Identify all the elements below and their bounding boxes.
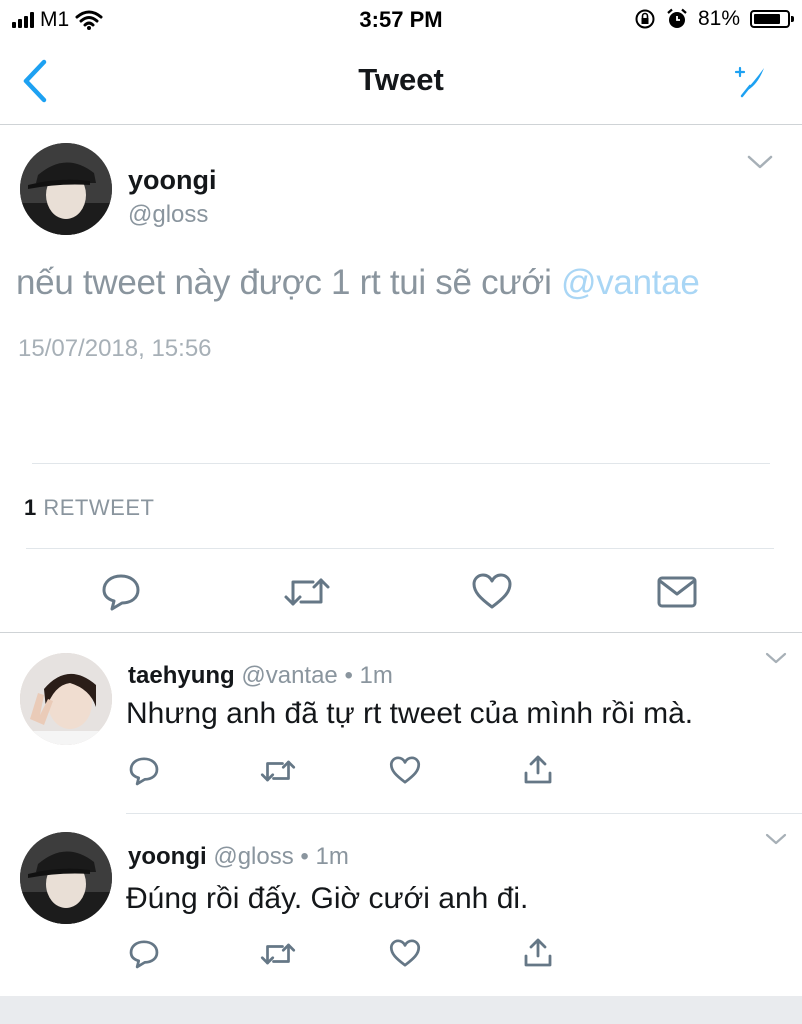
orientation-lock-icon: [635, 9, 655, 29]
retweet-count: 1: [24, 495, 37, 520]
battery-percent: 81%: [697, 7, 740, 30]
reply-button[interactable]: [100, 572, 142, 612]
share-button[interactable]: [522, 753, 554, 785]
mention-link[interactable]: @vantae: [561, 263, 700, 302]
reply-header: yoongi @gloss • 1m: [128, 843, 349, 871]
tweet-body: nếu tweet này được 1 rt tui sẽ cưới: [16, 263, 552, 302]
tweet-menu-button[interactable]: [746, 153, 774, 171]
avatar-photo: [20, 832, 112, 924]
chevron-down-icon: [765, 833, 787, 845]
alarm-icon: [667, 8, 687, 28]
retweet-button[interactable]: [260, 757, 296, 785]
author-handle[interactable]: @gloss: [128, 201, 208, 229]
reply-actions: [0, 938, 802, 978]
reply-header: taehyung @vantae • 1m: [128, 662, 393, 690]
share-icon: [524, 755, 552, 784]
status-right: 81%: [634, 7, 794, 31]
share-icon: [524, 938, 552, 967]
envelope-icon: [657, 576, 697, 608]
chevron-down-icon: [765, 652, 787, 664]
reply-actions: [0, 755, 802, 795]
reply-menu-button[interactable]: [764, 832, 788, 846]
retweet-button[interactable]: [283, 574, 331, 610]
retweet-icon: [284, 578, 330, 606]
heart-icon: [389, 939, 421, 967]
retweet-button[interactable]: [260, 940, 296, 968]
reply-icon: [102, 574, 140, 611]
bottom-separator: [0, 996, 802, 1024]
chevron-down-icon: [747, 155, 773, 169]
heart-icon: [472, 573, 512, 609]
direct-message-button[interactable]: [656, 574, 698, 610]
status-bar: M1 3:57 PM 81%: [0, 0, 802, 40]
page-title: Tweet: [358, 62, 444, 97]
retweet-icon: [260, 943, 296, 965]
tweet-text: nếu tweet này được 1 rt tui sẽ cưới @van…: [16, 263, 700, 303]
separator-dot: •: [300, 843, 309, 870]
reply-time: 1m: [359, 662, 393, 689]
divider: [32, 463, 770, 464]
author-handle[interactable]: @vantae: [241, 662, 337, 689]
tweet-timestamp: 15/07/2018, 15:56: [18, 335, 212, 362]
separator-dot: •: [344, 662, 353, 689]
avatar[interactable]: [20, 832, 112, 924]
nav-bar: Tweet: [0, 40, 802, 125]
quill-sparkle-icon: [734, 66, 764, 98]
reply-menu-button[interactable]: [764, 651, 788, 665]
reply-icon: [129, 940, 159, 969]
reply-tweet[interactable]: yoongi @gloss • 1m Đúng rồi đấy. Giờ cướ…: [0, 814, 802, 996]
tweet-actions: [0, 570, 802, 620]
like-button[interactable]: [389, 938, 421, 968]
reply-text: Đúng rồi đấy. Giờ cưới anh đi.: [126, 882, 529, 915]
reply-text: Nhưng anh đã tự rt tweet của mình rồi mà…: [126, 697, 694, 730]
avatar[interactable]: [20, 143, 112, 235]
reply-time: 1m: [315, 843, 349, 870]
like-button[interactable]: [471, 572, 513, 610]
share-button[interactable]: [522, 936, 554, 968]
retweet-icon: [260, 760, 296, 782]
like-button[interactable]: [389, 755, 421, 785]
reply-button[interactable]: [128, 938, 160, 970]
compose-tweet-button[interactable]: [732, 62, 772, 102]
author-handle[interactable]: @gloss: [213, 843, 293, 870]
avatar[interactable]: [20, 653, 112, 745]
author-name[interactable]: yoongi: [128, 843, 207, 870]
battery-icon: [750, 10, 794, 28]
heart-icon: [389, 756, 421, 784]
reply-button[interactable]: [128, 755, 160, 787]
author-name[interactable]: yoongi: [128, 165, 217, 196]
author-name[interactable]: taehyung: [128, 662, 235, 689]
reply-tweet[interactable]: taehyung @vantae • 1m Nhưng anh đã tự rt…: [0, 633, 802, 813]
reply-icon: [129, 757, 159, 786]
avatar-photo: [20, 143, 112, 235]
divider: [26, 548, 774, 549]
retweet-stats[interactable]: 1 RETWEET: [24, 495, 154, 521]
avatar-photo: [20, 653, 112, 745]
retweet-label: RETWEET: [43, 495, 155, 520]
